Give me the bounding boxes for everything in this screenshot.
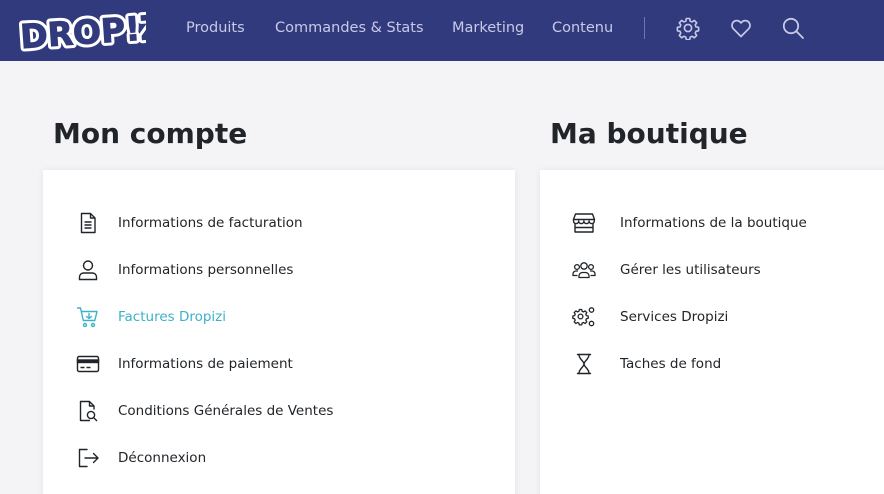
search-icon[interactable]	[781, 16, 805, 40]
cart-icon	[76, 305, 100, 329]
gear-icon[interactable]	[676, 16, 700, 40]
shop-section-title: Ma boutique	[550, 117, 748, 150]
shop-item-label: Taches de fond	[620, 356, 722, 372]
document-search-icon	[76, 399, 100, 423]
account-item-personal-info[interactable]: Informations personnelles	[76, 255, 496, 285]
shop-item-label: Gérer les utilisateurs	[620, 262, 761, 278]
account-card: Informations de facturation Informations…	[43, 170, 515, 494]
store-icon	[572, 211, 596, 235]
shop-item-background-tasks[interactable]: Taches de fond	[572, 349, 884, 379]
svg-text:DROP!ZI: DROP!ZI	[19, 6, 146, 54]
account-item-label: Informations de facturation	[118, 215, 303, 231]
shop-item-label: Services Dropizi	[620, 309, 729, 325]
account-section-title: Mon compte	[53, 117, 248, 150]
nav-marketing[interactable]: Marketing	[452, 19, 524, 37]
shop-item-label: Informations de la boutique	[620, 215, 807, 231]
nav-divider	[644, 17, 645, 39]
gears-icon	[572, 305, 596, 329]
account-item-dropizi-invoices[interactable]: Factures Dropizi	[76, 302, 496, 332]
account-item-payment-info[interactable]: Informations de paiement	[76, 349, 496, 379]
account-item-label: Informations de paiement	[118, 356, 293, 372]
nav-produits[interactable]: Produits	[186, 19, 245, 37]
user-icon	[76, 258, 100, 282]
account-item-label: Factures Dropizi	[118, 309, 227, 325]
account-item-billing-info[interactable]: Informations de facturation	[76, 208, 496, 238]
dropizi-logo-image: DROP!ZI DROP!ZI	[15, 3, 181, 60]
nav-contenu[interactable]: Contenu	[552, 19, 613, 37]
account-item-label: Informations personnelles	[118, 262, 294, 278]
nav-commandes-stats[interactable]: Commandes & Stats	[275, 19, 424, 37]
account-item-label: Conditions Générales de Ventes	[118, 403, 334, 419]
dropizi-logo[interactable]: DROP!ZI DROP!ZI	[15, 3, 181, 60]
shop-card: Informations de la boutique Gérer les ut…	[540, 170, 884, 494]
users-icon	[572, 258, 596, 282]
document-icon	[76, 211, 100, 235]
top-navbar: DROP!ZI DROP!ZI Produits Commandes & Sta…	[0, 0, 884, 61]
hourglass-icon	[572, 352, 596, 376]
shop-item-manage-users[interactable]: Gérer les utilisateurs	[572, 255, 884, 285]
account-item-terms-of-sale[interactable]: Conditions Générales de Ventes	[76, 396, 496, 426]
shop-item-dropizi-services[interactable]: Services Dropizi	[572, 302, 884, 332]
account-item-logout[interactable]: Déconnexion	[76, 443, 496, 473]
logout-icon	[76, 446, 100, 470]
shop-item-store-info[interactable]: Informations de la boutique	[572, 208, 884, 238]
heart-icon[interactable]	[729, 16, 753, 40]
credit-card-icon	[76, 352, 100, 376]
account-item-label: Déconnexion	[118, 450, 207, 466]
